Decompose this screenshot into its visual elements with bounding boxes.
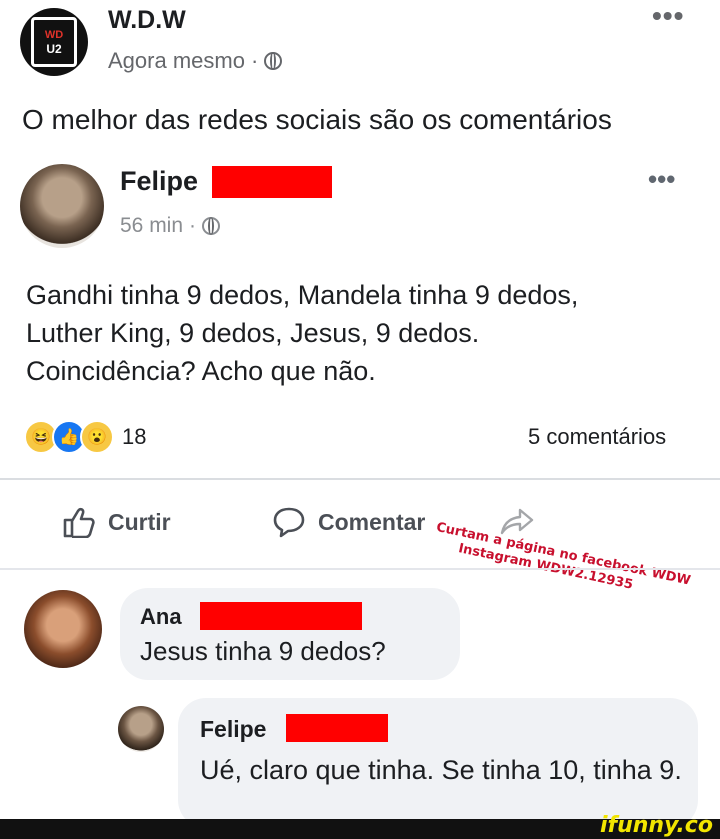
commenter-avatar[interactable] (24, 590, 102, 668)
page-name[interactable]: W.D.W (108, 6, 186, 35)
share-button[interactable] (500, 506, 534, 536)
globe-icon (202, 217, 221, 235)
post-meta: Agora mesmo · (108, 48, 283, 74)
author-name-text: Felipe (120, 166, 199, 196)
globe-icon (264, 52, 283, 70)
share-arrow-icon (500, 508, 534, 535)
post-time[interactable]: Agora mesmo (108, 48, 245, 74)
author-name[interactable]: Felipe (120, 166, 198, 197)
inner-more-options-icon[interactable]: ••• (648, 164, 675, 195)
post-line: Luther King, 9 dedos, Jesus, 9 dedos. (26, 318, 480, 348)
comment-button[interactable]: Comentar (272, 506, 425, 538)
comment-bubble-icon (273, 507, 305, 538)
thumbs-up-icon (63, 507, 95, 538)
reaction-count[interactable]: 18 (122, 424, 146, 450)
logo-text-top: WD (44, 29, 64, 41)
like-label: Curtir (108, 508, 171, 535)
author-avatar[interactable] (20, 164, 104, 248)
inner-meta-separator: · (189, 214, 197, 237)
name-redaction (212, 166, 332, 198)
divider (0, 478, 720, 480)
name-redaction (200, 602, 362, 630)
post-body: Gandhi tinha 9 dedos, Mandela tinha 9 de… (26, 276, 706, 390)
logo-text-bottom: U2 (46, 42, 62, 56)
post-caption: O melhor das redes sociais são os coment… (22, 104, 612, 135)
comment-text: Ué, claro que tinha. Se tinha 10, tinha … (200, 755, 682, 785)
post-line: Coincidência? Acho que não. (26, 356, 376, 386)
commenter-name[interactable]: Ana (140, 604, 182, 630)
page-avatar[interactable]: WD U2 (20, 8, 88, 76)
comment-label: Comentar (318, 508, 426, 535)
meta-separator: · (250, 48, 259, 73)
wow-reaction-icon: 😮 (80, 420, 114, 454)
divider (0, 568, 720, 570)
commenter-avatar[interactable] (118, 706, 164, 752)
name-redaction (286, 714, 388, 742)
watermark: Curtam a página no facebook WDW Instagra… (431, 520, 720, 612)
wdw-logo: WD U2 (31, 17, 77, 67)
like-button[interactable]: Curtir (62, 506, 171, 538)
inner-post-meta: 56 min · (120, 214, 221, 238)
commenter-name[interactable]: Felipe (200, 716, 266, 743)
comments-count[interactable]: 5 comentários (528, 424, 666, 450)
post-line: Gandhi tinha 9 dedos, Mandela tinha 9 de… (26, 280, 579, 310)
reactions-summary[interactable]: 😆 👍 😮 (24, 420, 114, 454)
inner-post-time[interactable]: 56 min (120, 214, 183, 238)
more-options-icon[interactable]: ••• (652, 0, 684, 32)
ifunny-logo[interactable]: ifunny.co (600, 813, 713, 838)
comment-text: Jesus tinha 9 dedos? (140, 636, 386, 666)
